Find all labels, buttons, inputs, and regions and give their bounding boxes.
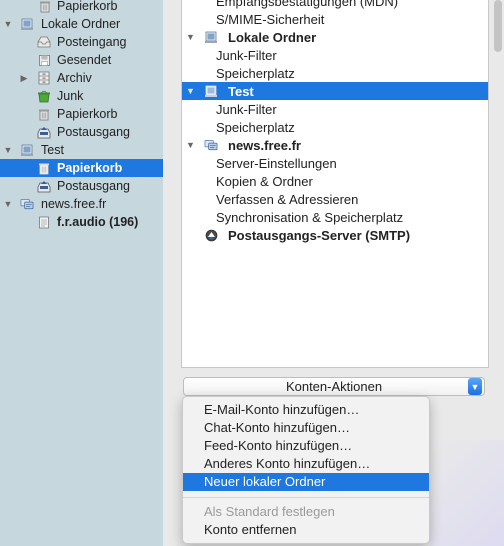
expand-triangle-icon[interactable]: ▼ xyxy=(3,19,13,29)
folder-label: news.free.fr xyxy=(41,197,107,211)
scrollbar[interactable] xyxy=(492,0,504,60)
chevron-down-icon[interactable]: ▼ xyxy=(468,378,482,395)
menu-item-add-email-account[interactable]: E-Mail-Konto hinzufügen… xyxy=(183,401,429,419)
trash-icon xyxy=(38,0,52,13)
tree-item-label: Synchronisation & Speicherplatz xyxy=(216,209,404,225)
tree-item-label: news.free.fr xyxy=(228,137,301,153)
folder-label: Archiv xyxy=(57,71,92,85)
tree-account-smtp-server[interactable]: Postausgangs-Server (SMTP) xyxy=(182,226,488,244)
menu-item-add-chat-account[interactable]: Chat-Konto hinzufügen… xyxy=(183,419,429,437)
tree-account-lokale-ordner[interactable]: ▼ Lokale Ordner xyxy=(182,28,488,46)
tree-item-label: Speicherplatz xyxy=(216,119,295,135)
tree-item-label: Junk-Filter xyxy=(216,101,277,117)
folder-item-test[interactable]: ▼ Test xyxy=(0,141,163,159)
trash-icon xyxy=(37,161,51,175)
tree-item-synchronisation[interactable]: Synchronisation & Speicherplatz xyxy=(182,208,488,226)
newsgroup-icon xyxy=(204,138,218,152)
folder-item-papierkorb-selected[interactable]: Papierkorb xyxy=(0,159,163,177)
expand-triangle-icon[interactable]: ▼ xyxy=(186,86,195,96)
folder-label: Papierkorb xyxy=(57,107,118,121)
local-folders-icon xyxy=(204,30,218,44)
sent-icon xyxy=(37,53,51,67)
tree-item-empfangsbestaetigungen[interactable]: Empfangsbestätigungen (MDN) xyxy=(182,0,488,10)
folder-label: Postausgang xyxy=(57,125,130,139)
local-folders-icon xyxy=(20,143,34,157)
accounts-tree: Empfangsbestätigungen (MDN) S/MIME-Siche… xyxy=(181,0,489,368)
folder-label: Gesendet xyxy=(57,53,112,67)
inbox-icon xyxy=(37,35,51,49)
menu-item-remove-account[interactable]: Konto entfernen xyxy=(183,521,429,539)
newsgroup-folder-icon xyxy=(37,215,51,229)
tree-item-speicherplatz[interactable]: Speicherplatz xyxy=(182,64,488,82)
menu-item-add-other-account[interactable]: Anderes Konto hinzufügen… xyxy=(183,455,429,473)
tree-item-kopien-ordner[interactable]: Kopien & Ordner xyxy=(182,172,488,190)
folder-item-postausgang[interactable]: Postausgang xyxy=(0,177,163,195)
folder-pane: Papierkorb ▼ Lokale Ordner Posteingang G… xyxy=(0,0,163,546)
account-actions-menu: E-Mail-Konto hinzufügen… Chat-Konto hinz… xyxy=(182,396,430,544)
folder-item-posteingang[interactable]: Posteingang xyxy=(0,33,163,51)
tree-item-label: Server-Einstellungen xyxy=(216,155,337,171)
account-actions-button[interactable]: Konten-Aktionen xyxy=(183,377,485,396)
folder-label: Posteingang xyxy=(57,35,127,49)
tree-item-label: Speicherplatz xyxy=(216,65,295,81)
local-folders-icon xyxy=(20,17,34,31)
expand-triangle-icon[interactable]: ▼ xyxy=(186,140,195,150)
tree-item-smime[interactable]: S/MIME-Sicherheit xyxy=(182,10,488,28)
expand-triangle-icon[interactable]: ▼ xyxy=(186,32,195,42)
tree-item-label: Junk-Filter xyxy=(216,47,277,63)
folder-item-archiv[interactable]: ▶ Archiv xyxy=(0,69,163,87)
tree-item-label: Verfassen & Adressieren xyxy=(216,191,359,207)
folder-label: Postausgang xyxy=(57,179,130,193)
local-folders-icon xyxy=(204,84,218,98)
folder-item-postausgang[interactable]: Postausgang xyxy=(0,123,163,141)
tree-item-verfassen-adressieren[interactable]: Verfassen & Adressieren xyxy=(182,190,488,208)
folder-item-gesendet[interactable]: Gesendet xyxy=(0,51,163,69)
folder-item-papierkorb[interactable]: Papierkorb xyxy=(0,105,163,123)
trash-icon xyxy=(37,107,51,121)
tree-item-speicherplatz[interactable]: Speicherplatz xyxy=(182,118,488,136)
menu-item-new-local-folder[interactable]: Neuer lokaler Ordner xyxy=(183,473,429,491)
folder-label: Junk xyxy=(57,89,84,103)
expand-triangle-icon[interactable]: ▶ xyxy=(19,73,29,84)
folder-item-lokale-ordner[interactable]: ▼ Lokale Ordner xyxy=(0,15,163,33)
tree-account-news-free-fr[interactable]: ▼ news.free.fr xyxy=(182,136,488,154)
tree-item-junk-filter[interactable]: Junk-Filter xyxy=(182,100,488,118)
menu-separator xyxy=(183,497,429,498)
tree-item-label: Kopien & Ordner xyxy=(216,173,313,189)
folder-label: Lokale Ordner xyxy=(41,17,121,31)
archive-icon xyxy=(37,71,51,85)
tree-item-label: Test xyxy=(228,83,254,99)
tree-item-label: Lokale Ordner xyxy=(228,29,317,45)
outbox-icon xyxy=(37,125,51,139)
menu-item-set-default: Als Standard festlegen xyxy=(204,504,335,519)
folder-item-junk[interactable]: Junk xyxy=(0,87,163,105)
menu-item-add-feed-account[interactable]: Feed-Konto hinzufügen… xyxy=(183,437,429,455)
background-area xyxy=(430,440,504,546)
folder-item-f-r-audio[interactable]: f.r.audio (196) xyxy=(0,213,163,231)
smtp-server-icon xyxy=(204,228,218,242)
folder-label: f.r.audio (196) xyxy=(57,215,139,229)
expand-triangle-icon[interactable]: ▼ xyxy=(3,199,13,209)
folder-label: Test xyxy=(41,143,64,157)
tree-item-server-einstellungen[interactable]: Server-Einstellungen xyxy=(182,154,488,172)
folder-item-papierkorb[interactable]: Papierkorb xyxy=(0,0,163,15)
tree-item-label: S/MIME-Sicherheit xyxy=(216,11,325,27)
tree-item-junk-filter[interactable]: Junk-Filter xyxy=(182,46,488,64)
newsgroup-icon xyxy=(20,197,34,211)
folder-label: Papierkorb xyxy=(57,0,118,13)
tree-account-test-selected[interactable]: ▼ Test xyxy=(182,82,488,100)
tree-item-label: Empfangsbestätigungen (MDN) xyxy=(216,0,399,9)
outbox-icon xyxy=(37,179,51,193)
expand-triangle-icon[interactable]: ▼ xyxy=(3,145,13,155)
junk-icon xyxy=(37,89,51,103)
folder-label: Papierkorb xyxy=(57,161,123,175)
scrollbar-thumb[interactable] xyxy=(494,0,502,52)
folder-item-news-free-fr[interactable]: ▼ news.free.fr xyxy=(0,195,163,213)
tree-item-label: Postausgangs-Server (SMTP) xyxy=(228,227,411,243)
